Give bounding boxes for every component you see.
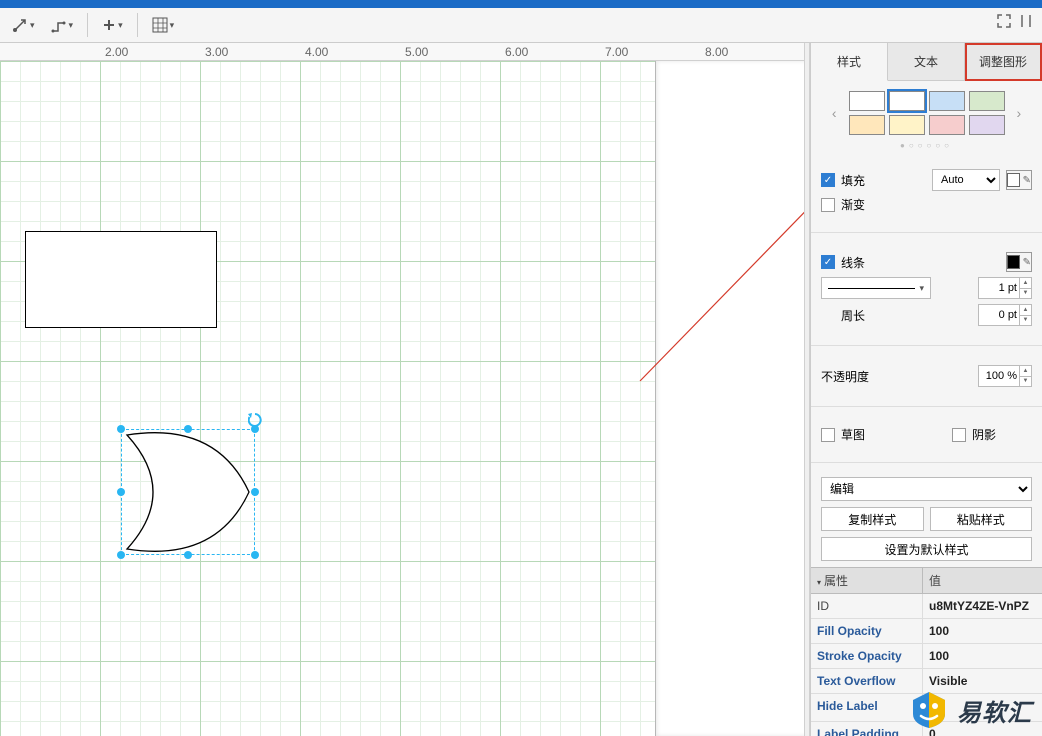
- shape-crescent-icon: [121, 429, 255, 555]
- prop-label: Label Padding: [811, 722, 923, 736]
- swatch[interactable]: [889, 115, 925, 135]
- ruler-tick: 3.00: [205, 45, 228, 59]
- panel-tabs: 样式 文本 调整图形: [811, 43, 1042, 81]
- insert-tool[interactable]: [96, 12, 129, 38]
- canvas[interactable]: [0, 61, 804, 736]
- ruler-horizontal: 2.00 3.00 4.00 5.00 6.00 7.00 8.00: [0, 43, 804, 61]
- resize-handle[interactable]: [117, 551, 125, 559]
- shadow-checkbox[interactable]: [952, 428, 966, 442]
- swatch[interactable]: [849, 115, 885, 135]
- fill-mode-select[interactable]: Auto: [932, 169, 1000, 191]
- rotate-handle-icon[interactable]: [248, 413, 260, 425]
- line-width-input[interactable]: ▲▼: [978, 277, 1032, 299]
- copy-style-button[interactable]: 复制样式: [821, 507, 924, 531]
- prop-value[interactable]: 100: [923, 644, 1042, 668]
- ruler-tick: 6.00: [505, 45, 528, 59]
- gradient-label: 渐变: [841, 196, 865, 213]
- watermark: 易软汇: [909, 690, 1032, 730]
- resize-handle[interactable]: [251, 425, 259, 433]
- toolbar: [0, 8, 1042, 43]
- tab-text[interactable]: 文本: [888, 43, 965, 81]
- collapse-panel-icon[interactable]: [1018, 13, 1034, 29]
- shape-rectangle[interactable]: [25, 231, 217, 328]
- resize-handle[interactable]: [184, 425, 192, 433]
- swatch-nav: ‹ ›: [811, 81, 1042, 137]
- panel-body: ‹ › ●○○○○○: [811, 81, 1042, 736]
- gradient-checkbox[interactable]: [821, 198, 835, 212]
- right-panel: 样式 文本 调整图形 ‹: [810, 43, 1042, 736]
- ruler-tick: 5.00: [405, 45, 428, 59]
- shape-selected[interactable]: [121, 429, 255, 555]
- swatch-next-icon[interactable]: ›: [1011, 105, 1028, 121]
- fill-checkbox[interactable]: ✓: [821, 173, 835, 187]
- set-default-style-button[interactable]: 设置为默认样式: [821, 537, 1032, 561]
- toolbar-separator: [137, 13, 138, 37]
- swatch-prev-icon[interactable]: ‹: [826, 105, 843, 121]
- ruler-tick: 4.00: [305, 45, 328, 59]
- watermark-text: 易软汇: [957, 693, 1032, 728]
- watermark-logo-icon: [909, 690, 949, 730]
- titlebar: [0, 0, 1042, 8]
- canvas-area: 2.00 3.00 4.00 5.00 6.00 7.00 8.00: [0, 43, 804, 736]
- resize-handle[interactable]: [117, 488, 125, 496]
- resize-handle[interactable]: [184, 551, 192, 559]
- fill-label: 填充: [841, 172, 865, 189]
- edit-select[interactable]: 编辑: [821, 477, 1032, 501]
- connector-tool[interactable]: [6, 12, 41, 38]
- swatch[interactable]: [889, 91, 925, 111]
- tab-arrange[interactable]: 调整图形: [965, 43, 1042, 81]
- prop-value[interactable]: u8MtYZ4ZE-VnPZ: [923, 594, 1042, 618]
- prop-label: Fill Opacity: [811, 619, 923, 643]
- prop-value[interactable]: 100: [923, 619, 1042, 643]
- swatch[interactable]: [849, 91, 885, 111]
- shadow-label: 阴影: [972, 426, 996, 443]
- paste-style-button[interactable]: 粘贴样式: [930, 507, 1033, 531]
- resize-handle[interactable]: [251, 551, 259, 559]
- line-color-picker[interactable]: ✎: [1006, 252, 1032, 272]
- line-checkbox[interactable]: ✓: [821, 255, 835, 269]
- prop-label: ID: [811, 594, 923, 618]
- resize-handle[interactable]: [117, 425, 125, 433]
- tab-style[interactable]: 样式: [811, 43, 888, 81]
- prop-label: Stroke Opacity: [811, 644, 923, 668]
- line-style-select[interactable]: ▾: [821, 277, 931, 299]
- swatch[interactable]: [929, 115, 965, 135]
- waypoint-tool[interactable]: [45, 12, 80, 38]
- ruler-tick: 7.00: [605, 45, 628, 59]
- perimeter-input[interactable]: ▲▼: [978, 304, 1032, 326]
- opacity-input[interactable]: ▲▼: [978, 365, 1032, 387]
- line-label: 线条: [841, 254, 865, 271]
- fill-color-picker[interactable]: ✎: [1006, 170, 1032, 190]
- page-boundary: [655, 61, 804, 736]
- props-attr-header: 属性: [824, 574, 848, 588]
- swatch[interactable]: [929, 91, 965, 111]
- main-area: 2.00 3.00 4.00 5.00 6.00 7.00 8.00: [0, 43, 1042, 736]
- sketch-checkbox[interactable]: [821, 428, 835, 442]
- swatch-dots: ●○○○○○: [811, 137, 1042, 158]
- toolbar-separator: [87, 13, 88, 37]
- ruler-tick: 2.00: [105, 45, 128, 59]
- sketch-label: 草图: [841, 426, 865, 443]
- prop-label: Hide Label: [811, 694, 923, 721]
- swatch[interactable]: [969, 115, 1005, 135]
- resize-handle[interactable]: [251, 488, 259, 496]
- fullscreen-icon[interactable]: [996, 13, 1012, 29]
- swatch[interactable]: [969, 91, 1005, 111]
- props-val-header: 值: [923, 568, 1042, 593]
- table-tool[interactable]: [146, 12, 181, 38]
- perimeter-label: 周长: [841, 307, 865, 324]
- ruler-tick: 8.00: [705, 45, 728, 59]
- opacity-label: 不透明度: [821, 368, 869, 385]
- prop-label: Text Overflow: [811, 669, 923, 693]
